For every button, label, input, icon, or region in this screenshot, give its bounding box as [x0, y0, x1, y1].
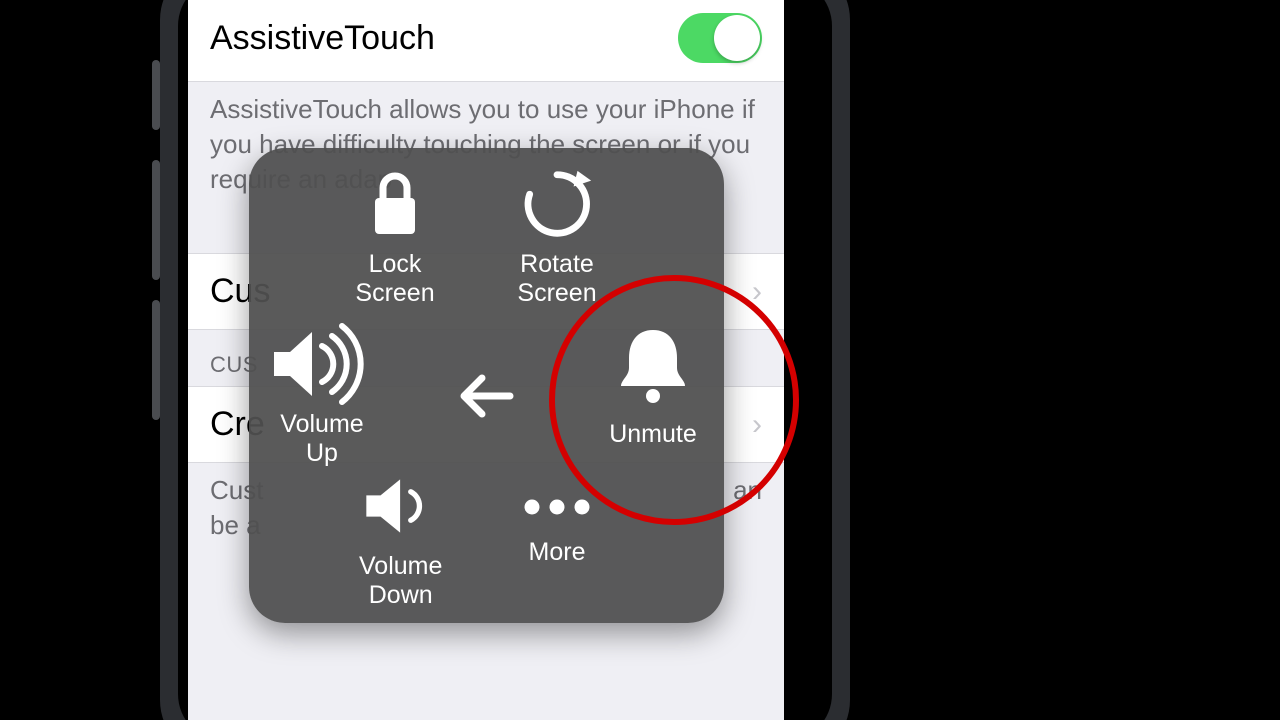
more-icon [517, 482, 597, 532]
volume-down-button[interactable]: Volume Down [359, 466, 442, 610]
description-fragment: an [733, 473, 762, 508]
bell-icon [603, 318, 703, 414]
lock-icon [355, 164, 435, 244]
more-label: More [529, 538, 586, 567]
unmute-label: Unmute [609, 420, 697, 449]
volume-down-label: Volume Down [359, 552, 442, 610]
assistivetouch-toggle-row[interactable]: AssistiveTouch [188, 0, 784, 82]
volume-up-icon [267, 324, 377, 404]
arrow-left-icon [459, 372, 515, 420]
toggle-knob [714, 15, 760, 61]
assistivetouch-menu: Lock Screen Rotate Screen [249, 148, 724, 623]
volume-up-label: Volume Up [280, 410, 363, 468]
rotate-icon [517, 164, 597, 244]
phone-side-button [152, 160, 160, 280]
more-button[interactable]: More [517, 482, 597, 567]
rotate-screen-label: Rotate Screen [517, 250, 596, 308]
chevron-right-icon: › [752, 275, 762, 309]
lock-screen-button[interactable]: Lock Screen [355, 164, 435, 308]
unmute-button[interactable]: Unmute [603, 318, 703, 449]
assistivetouch-toggle[interactable] [678, 13, 762, 63]
rotate-screen-button[interactable]: Rotate Screen [517, 164, 597, 308]
volume-up-button[interactable]: Volume Up [267, 324, 377, 468]
back-button[interactable] [459, 372, 515, 420]
phone-side-button [152, 60, 160, 130]
chevron-right-icon: › [752, 408, 762, 442]
volume-down-icon [361, 466, 441, 546]
phone-side-button [152, 300, 160, 420]
assistivetouch-label: AssistiveTouch [210, 19, 435, 58]
lock-screen-label: Lock Screen [355, 250, 434, 308]
